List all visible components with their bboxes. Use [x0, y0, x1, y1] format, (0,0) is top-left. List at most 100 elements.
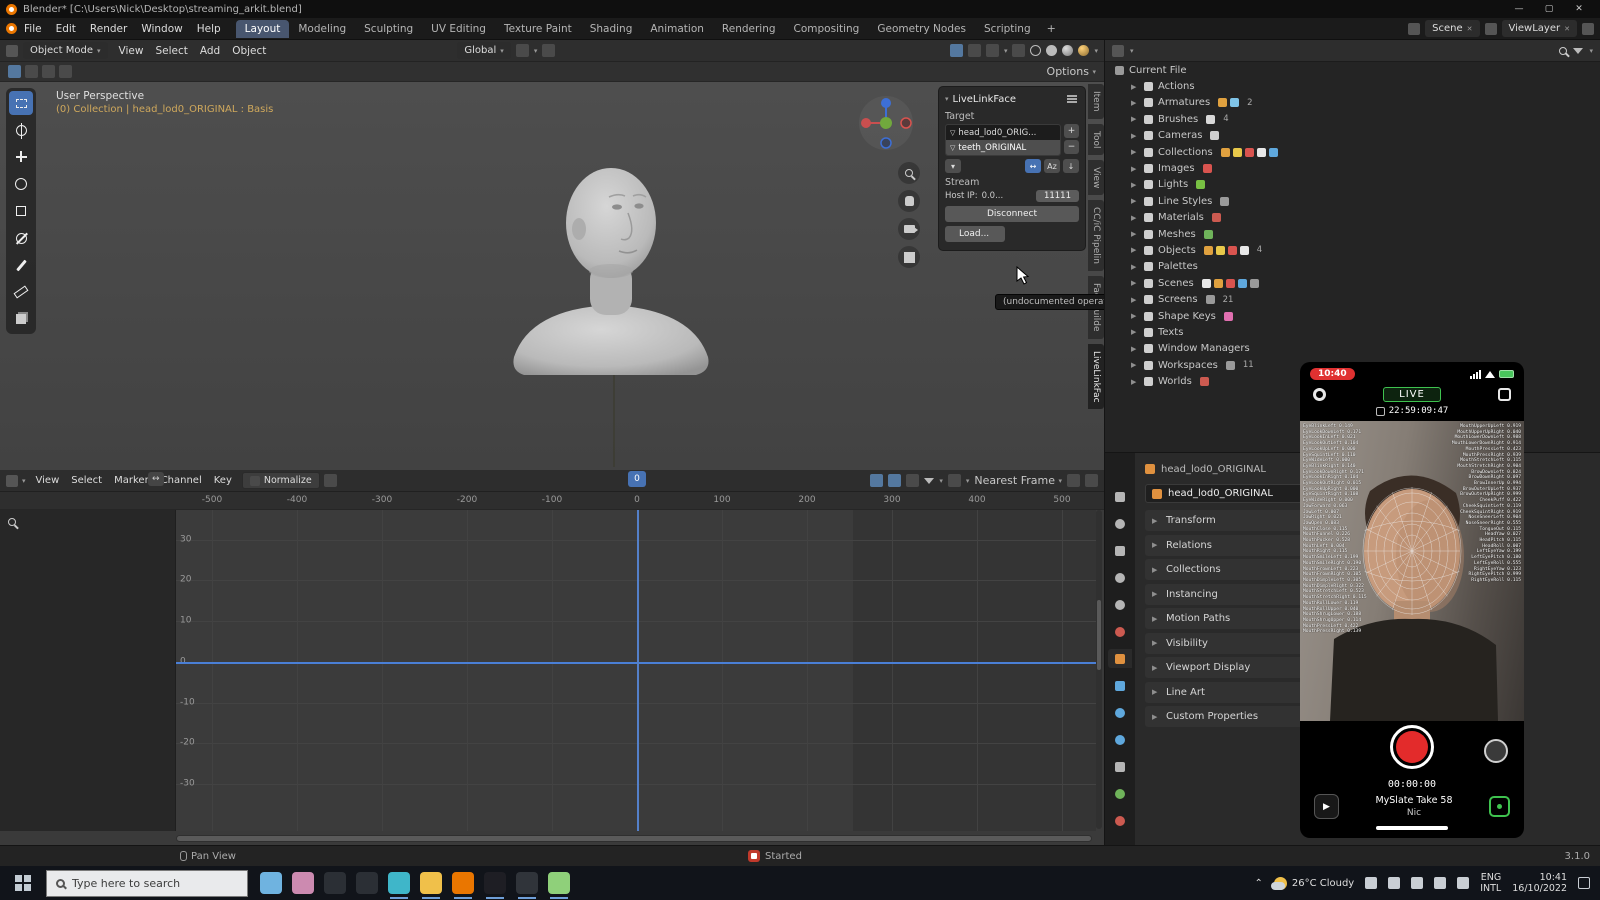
sidebar-tab[interactable]: View — [1088, 160, 1104, 195]
taskbar-app-icon[interactable] — [516, 872, 538, 894]
properties-tab[interactable] — [1108, 703, 1132, 722]
overlays-dropdown[interactable]: ▾ — [1004, 47, 1008, 55]
properties-tab[interactable] — [1108, 649, 1132, 668]
viewport-menu-item[interactable]: View — [113, 43, 150, 59]
navigation-gizmo[interactable] — [856, 93, 916, 153]
shading-rendered-icon[interactable] — [1078, 45, 1089, 56]
outliner-row[interactable]: ▶ Texts — [1105, 324, 1600, 340]
editor-type-dropdown[interactable]: ▾ — [22, 477, 26, 485]
menu-item[interactable]: File — [17, 21, 49, 37]
clock[interactable]: 10:4116/10/2022 — [1512, 872, 1567, 894]
workspace-tab[interactable]: Animation — [641, 20, 713, 38]
filter-icon[interactable] — [924, 478, 934, 484]
settings-gear-icon[interactable] — [1313, 388, 1326, 401]
snap-magnet-icon[interactable] — [516, 44, 529, 57]
filter-dropdown[interactable]: ▾ — [939, 477, 943, 485]
fullscreen-icon[interactable] — [1498, 388, 1511, 401]
menu-item[interactable]: Edit — [49, 21, 83, 37]
record-button[interactable] — [1390, 725, 1434, 769]
snap-dropdown[interactable]: ▾ — [534, 47, 538, 55]
transform-orientation-dropdown[interactable]: Global▾ — [457, 42, 510, 59]
vertical-scrollbar[interactable] — [1096, 510, 1102, 829]
search-icon[interactable] — [1559, 47, 1567, 55]
viewport-menu-item[interactable]: Select — [149, 43, 193, 59]
taskbar-app-icon[interactable] — [388, 872, 410, 894]
start-button[interactable] — [0, 866, 46, 900]
expand-arrow-icon[interactable]: ▶ — [1131, 148, 1139, 156]
sidebar-tab[interactable]: Tool — [1088, 124, 1104, 155]
head-model[interactable] — [478, 95, 738, 470]
properties-tab[interactable] — [1108, 811, 1132, 830]
disconnect-button[interactable]: Disconnect — [945, 206, 1079, 222]
move-down-icon[interactable]: ↓ — [1063, 159, 1079, 173]
add-cube-tool[interactable] — [9, 307, 33, 331]
close-button[interactable]: ✕ — [1564, 0, 1594, 18]
notification-center-icon[interactable] — [1578, 877, 1590, 889]
proportional-edit-icon[interactable] — [948, 474, 961, 487]
tray-expand-icon[interactable]: ⌃ — [1254, 878, 1262, 889]
shading-material-icon[interactable] — [1062, 45, 1073, 56]
outliner-row[interactable]: ▶ Brushes 4 — [1105, 111, 1600, 127]
outliner-row[interactable]: ▶ Actions — [1105, 78, 1600, 94]
workspace-tab[interactable]: Geometry Nodes — [868, 20, 975, 38]
workspace-tab[interactable]: Compositing — [785, 20, 869, 38]
taskbar-app-icon[interactable] — [420, 872, 442, 894]
outliner-row[interactable]: ▶ Materials — [1105, 210, 1600, 226]
taskbar-app-icon[interactable] — [356, 872, 378, 894]
proportional-dropdown[interactable]: ▾ — [966, 477, 970, 485]
copy-keyframes-icon[interactable] — [1067, 474, 1080, 487]
outliner-row[interactable]: ▶ Meshes — [1105, 226, 1600, 242]
horizontal-scrollbar[interactable] — [176, 835, 1092, 842]
scale-tool[interactable] — [9, 199, 33, 223]
sidebar-tab[interactable]: CC/iC Pipelin — [1088, 200, 1104, 271]
only-selected-toggle-icon[interactable] — [870, 474, 883, 487]
move-tool[interactable] — [9, 145, 33, 169]
ruler-pan-handle[interactable]: ↔ — [148, 472, 164, 486]
editor-type-icon[interactable] — [6, 475, 18, 487]
show-hidden-toggle-icon[interactable] — [888, 474, 901, 487]
expand-arrow-icon[interactable]: ▶ — [1131, 214, 1139, 222]
properties-tab[interactable] — [1108, 541, 1132, 560]
outliner-row[interactable]: ▶ Cameras — [1105, 128, 1600, 144]
viewport-menu-item[interactable]: Add — [194, 43, 226, 59]
taskbar-search[interactable]: Type here to search — [46, 870, 248, 897]
cursor-tool[interactable] — [9, 118, 33, 142]
outliner-row[interactable]: ▶ Scenes — [1105, 275, 1600, 291]
graph-menu-item[interactable]: Select — [65, 473, 108, 488]
slate-name[interactable]: MySlate Take 58 — [1375, 795, 1452, 807]
view-layer-selector[interactable]: ViewLayer✕ — [1502, 20, 1578, 37]
overlays-toggle-icon[interactable] — [986, 44, 999, 57]
graph-menu-item[interactable]: View — [30, 473, 66, 488]
workspace-tab[interactable]: Layout — [236, 20, 290, 38]
properties-tab[interactable] — [1108, 784, 1132, 803]
display-icon[interactable] — [1388, 877, 1400, 889]
current-frame-indicator[interactable]: 0 — [628, 471, 646, 487]
port-field[interactable]: 11111 — [1036, 190, 1079, 202]
sort-alpha-icon[interactable]: Az — [1044, 159, 1060, 173]
expand-arrow-icon[interactable]: ▶ — [1131, 296, 1139, 304]
gizmo-toggle-icon[interactable] — [968, 44, 981, 57]
editor-type-icon[interactable] — [6, 45, 18, 57]
expand-arrow-icon[interactable]: ▶ — [1131, 345, 1139, 353]
target-list-item[interactable]: ▽ head_lod0_ORIG... — [946, 125, 1060, 140]
outliner-row[interactable]: ▶ Collections — [1105, 144, 1600, 160]
properties-tab[interactable] — [1108, 730, 1132, 749]
takes-gallery-button[interactable]: ▶ — [1314, 794, 1339, 819]
load-button[interactable]: Load... — [945, 226, 1005, 242]
minimize-button[interactable]: — — [1504, 0, 1534, 18]
sidebar-tab[interactable]: Item — [1088, 84, 1104, 119]
shading-solid-icon[interactable] — [1046, 45, 1057, 56]
blender-menu-icon[interactable] — [6, 23, 17, 34]
fcurve-line[interactable] — [176, 662, 1096, 664]
curve-area[interactable]: 3020100-10-20-30 — [176, 510, 1096, 831]
outliner-row[interactable]: ▶ Objects 4 — [1105, 242, 1600, 258]
layer-options-icon[interactable] — [1582, 23, 1594, 35]
taskbar-app-icon[interactable] — [484, 872, 506, 894]
outliner-root-row[interactable]: Current File — [1105, 62, 1600, 78]
panel-menu-icon[interactable] — [1067, 98, 1077, 100]
normalize-toggle[interactable]: Normalize — [242, 472, 320, 489]
expand-arrow-icon[interactable]: ▶ — [1131, 99, 1139, 107]
expand-arrow-icon[interactable]: ▶ — [1131, 279, 1139, 287]
sidebar-tab[interactable]: LiveLinkFac — [1088, 344, 1104, 410]
taskbar-app-icon[interactable] — [548, 872, 570, 894]
